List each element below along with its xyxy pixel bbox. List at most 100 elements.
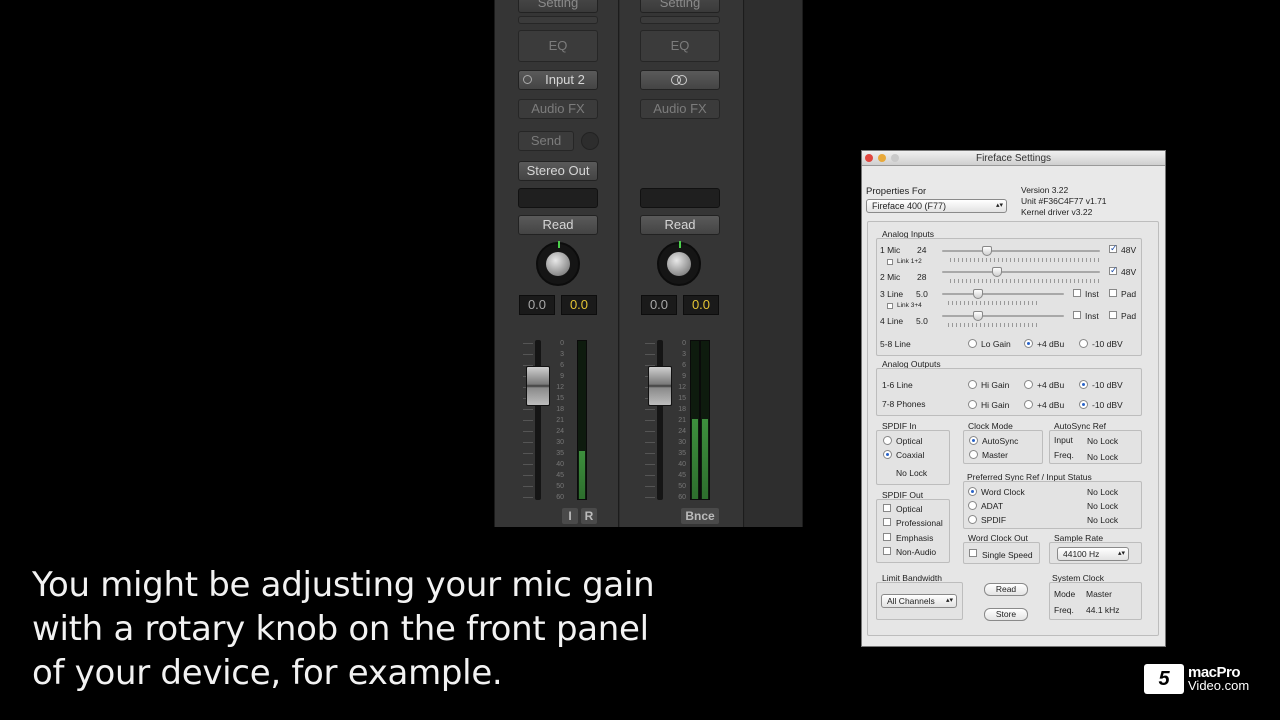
- input-4-pad-checkbox[interactable]: [1109, 311, 1117, 319]
- volume-value[interactable]: 0.0: [641, 295, 677, 315]
- group-slot[interactable]: [640, 188, 720, 208]
- input-1-gain-slider[interactable]: [942, 250, 1100, 252]
- out78-plus4-radio[interactable]: [1024, 400, 1033, 409]
- spdif-out-optical-checkbox[interactable]: [883, 504, 891, 512]
- spdif-in-status: No Lock: [896, 468, 928, 478]
- input-3-gain-slider[interactable]: [942, 293, 1064, 295]
- pref-adat-radio[interactable]: [968, 501, 977, 510]
- line58-plus4-radio[interactable]: [1024, 339, 1033, 348]
- line58-lo-gain-radio[interactable]: [968, 339, 977, 348]
- sample-rate-select[interactable]: 44100 Hz ▴▾: [1057, 547, 1129, 561]
- volume-value[interactable]: 0.0: [519, 295, 555, 315]
- system-clock-mode-label: Mode: [1054, 589, 1076, 599]
- unit-text: Unit #F36C4F77 v1.71: [1021, 196, 1107, 206]
- spdif-in-coaxial-radio[interactable]: [883, 450, 892, 459]
- pan-knob[interactable]: [657, 241, 701, 286]
- device-select[interactable]: Fireface 400 (F77) ▴▾: [866, 199, 1007, 213]
- pref-adat-status: No Lock: [1087, 501, 1119, 511]
- input-4-inst-label: Inst: [1085, 311, 1099, 321]
- output-button[interactable]: Stereo Out: [518, 161, 598, 181]
- clock-autosync-radio[interactable]: [969, 436, 978, 445]
- line58-minus10-radio[interactable]: [1079, 339, 1088, 348]
- limit-bandwidth-select[interactable]: All Channels ▴▾: [881, 594, 957, 608]
- input-2-48v-checkbox[interactable]: [1109, 265, 1118, 276]
- spdif-out-emphasis-checkbox[interactable]: [883, 533, 891, 541]
- automation-read-button[interactable]: Read: [518, 215, 598, 235]
- automation-read-button[interactable]: Read: [640, 215, 720, 235]
- plugin-slot[interactable]: [640, 16, 720, 24]
- input-3-inst-label: Inst: [1085, 289, 1099, 299]
- link-34-checkbox[interactable]: [887, 303, 893, 309]
- out78-hi-gain-label: Hi Gain: [981, 400, 1010, 410]
- input-4-inst-checkbox[interactable]: [1073, 311, 1081, 319]
- input-3-pad-label: Pad: [1121, 289, 1137, 299]
- clock-master-radio[interactable]: [969, 450, 978, 459]
- input-3-slider-ticks: [948, 301, 1038, 305]
- send-level-knob[interactable]: [581, 132, 599, 150]
- input-4-pad-label: Pad: [1121, 311, 1137, 321]
- input-2-gain-thumb[interactable]: [992, 267, 1002, 277]
- pan-knob[interactable]: [536, 241, 580, 286]
- out78-hi-gain-radio[interactable]: [968, 400, 977, 409]
- fader-track[interactable]: [657, 340, 663, 500]
- autosync-input-status: No Lock: [1087, 436, 1119, 446]
- link-34-label: Link 3+4: [897, 302, 922, 309]
- input-4-gain-thumb[interactable]: [973, 311, 983, 321]
- spdif-in-optical-radio[interactable]: [883, 436, 892, 445]
- volume-fader[interactable]: [648, 366, 672, 406]
- store-button[interactable]: Store: [984, 608, 1028, 621]
- input-1-gain-value: 24: [917, 245, 927, 255]
- input-button[interactable]: [640, 70, 720, 90]
- setting-button[interactable]: Setting: [640, 0, 720, 13]
- fader-track[interactable]: [535, 340, 541, 500]
- level-meter-right: [700, 340, 710, 500]
- eq-slot[interactable]: EQ: [640, 30, 720, 62]
- pref-wordclock-radio[interactable]: [968, 487, 977, 496]
- input-3-pad-checkbox[interactable]: [1109, 289, 1117, 297]
- input-3-inst-checkbox[interactable]: [1073, 289, 1081, 297]
- out78-minus10-radio[interactable]: [1079, 400, 1088, 409]
- autosync-freq-label: Freq.: [1054, 450, 1074, 460]
- out16-minus10-label: -10 dBV: [1092, 380, 1123, 390]
- pan-value[interactable]: 0.0: [561, 295, 597, 315]
- bounce-button[interactable]: Bnce: [681, 508, 719, 524]
- input-monitor-button[interactable]: I: [562, 508, 578, 524]
- audio-fx-slot[interactable]: Audio FX: [640, 99, 720, 119]
- input-3-gain-thumb[interactable]: [973, 289, 983, 299]
- input-4-label: 4 Line: [880, 316, 904, 326]
- audio-fx-slot[interactable]: Audio FX: [518, 99, 598, 119]
- properties-for-label: Properties For: [866, 186, 927, 197]
- out16-plus4-label: +4 dBu: [1037, 380, 1065, 390]
- group-slot[interactable]: [518, 188, 598, 208]
- out16-plus4-radio[interactable]: [1024, 380, 1033, 389]
- meter-scale: 0 3 6 9 12 15 18 21 24 30 35 40 45 50 60: [556, 340, 564, 501]
- setting-button[interactable]: Setting: [518, 0, 598, 13]
- send-slot[interactable]: Send: [518, 131, 574, 151]
- pref-spdif-radio[interactable]: [968, 515, 977, 524]
- input-4-gain-slider[interactable]: [942, 315, 1064, 317]
- input-1-gain-thumb[interactable]: [982, 246, 992, 256]
- subtitle-caption: You might be adjusting your mic gain wit…: [32, 563, 672, 695]
- close-icon[interactable]: [865, 154, 873, 162]
- read-button[interactable]: Read: [984, 583, 1028, 596]
- eq-slot[interactable]: EQ: [518, 30, 598, 62]
- volume-fader[interactable]: [526, 366, 550, 406]
- input-1-48v-checkbox[interactable]: [1109, 243, 1118, 254]
- plugin-slot[interactable]: [518, 16, 598, 24]
- record-enable-button[interactable]: R: [581, 508, 597, 524]
- minimize-icon[interactable]: [878, 154, 886, 162]
- line58-lo-gain-label: Lo Gain: [981, 339, 1011, 349]
- input-4-slider-ticks: [948, 323, 1038, 327]
- spdif-out-professional-checkbox[interactable]: [883, 518, 891, 526]
- pan-value[interactable]: 0.0: [683, 295, 719, 315]
- chevron-updown-icon: ▴▾: [945, 597, 953, 604]
- out16-minus10-radio[interactable]: [1079, 380, 1088, 389]
- out16-hi-gain-radio[interactable]: [968, 380, 977, 389]
- zoom-icon[interactable]: [891, 154, 899, 162]
- single-speed-checkbox[interactable]: [969, 549, 977, 557]
- spdif-out-nonaudio-checkbox[interactable]: [883, 547, 891, 555]
- input-format-icon[interactable]: [523, 75, 532, 84]
- link-12-checkbox[interactable]: [887, 259, 893, 265]
- input-2-gain-slider[interactable]: [942, 271, 1100, 273]
- chevron-updown-icon: ▴▾: [995, 202, 1003, 209]
